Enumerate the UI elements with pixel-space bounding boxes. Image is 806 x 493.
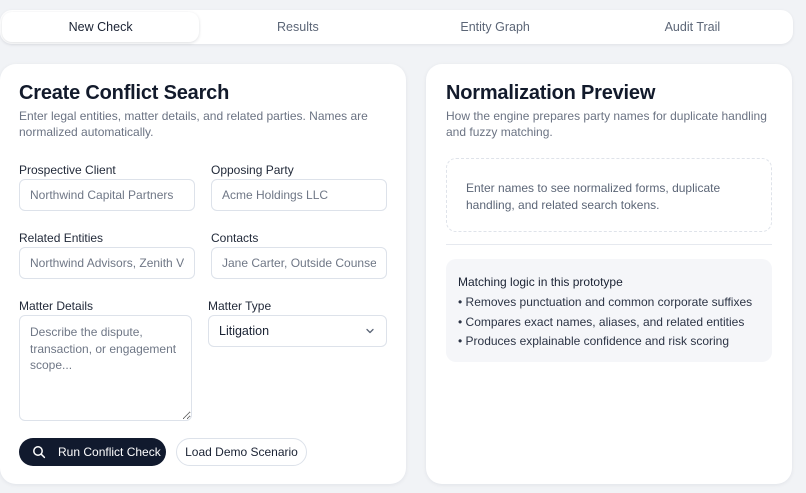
load-demo-scenario-button[interactable]: Load Demo Scenario (176, 438, 307, 466)
run-conflict-check-button[interactable]: Run Conflict Check (19, 438, 166, 466)
run-conflict-check-label: Run Conflict Check (58, 445, 161, 459)
search-icon (32, 445, 46, 462)
chevron-down-icon (364, 325, 376, 340)
create-search-title: Create Conflict Search (19, 82, 230, 104)
opposing-party-label: Opposing Party (211, 163, 294, 177)
tab-bar: New Check Results Entity Graph Audit Tra… (0, 10, 793, 44)
opposing-party-input[interactable] (211, 179, 387, 211)
matter-details-label: Matter Details (19, 299, 94, 313)
tab-results[interactable]: Results (199, 12, 396, 42)
normalization-preview-title: Normalization Preview (446, 82, 656, 104)
matching-logic-title: Matching logic in this prototype (458, 275, 623, 289)
create-search-subtitle-line2: normalized automatically. (19, 125, 154, 139)
create-search-subtitle-line1: Enter legal entities, matter details, an… (19, 109, 368, 123)
tab-audit-trail[interactable]: Audit Trail (594, 12, 791, 42)
empty-state-line1: Enter names to see normalized forms, dup… (466, 181, 721, 195)
divider (446, 244, 772, 245)
matching-logic-item: • Compares exact names, aliases, and rel… (458, 315, 745, 329)
prospective-client-input[interactable] (19, 179, 195, 211)
normalization-empty-state: Enter names to see normalized forms, dup… (446, 158, 772, 232)
matching-logic-item: • Produces explainable confidence and ri… (458, 334, 730, 348)
matter-type-value: Litigation (219, 324, 270, 338)
related-entities-label: Related Entities (19, 231, 104, 245)
contacts-label: Contacts (211, 231, 259, 245)
tab-new-check[interactable]: New Check (2, 12, 200, 42)
prospective-client-label: Prospective Client (19, 163, 116, 177)
contacts-input[interactable] (211, 247, 387, 279)
matching-logic-item: • Removes punctuation and common corpora… (458, 295, 753, 309)
matter-type-label: Matter Type (208, 299, 272, 313)
matter-details-textarea[interactable] (19, 315, 192, 421)
normalization-preview-subtitle-line1: How the engine prepares party names for … (446, 109, 767, 123)
matter-type-select[interactable]: Litigation (208, 315, 387, 347)
tab-entity-graph[interactable]: Entity Graph (397, 12, 594, 42)
normalization-preview-subtitle-line2: and fuzzy matching. (446, 125, 553, 139)
related-entities-input[interactable] (19, 247, 195, 279)
empty-state-text: Enter names to see normalized forms, dup… (466, 180, 756, 213)
matching-logic-panel: Matching logic in this prototype • Remov… (446, 259, 772, 362)
empty-state-line2: handling, and related search tokens. (466, 197, 660, 212)
